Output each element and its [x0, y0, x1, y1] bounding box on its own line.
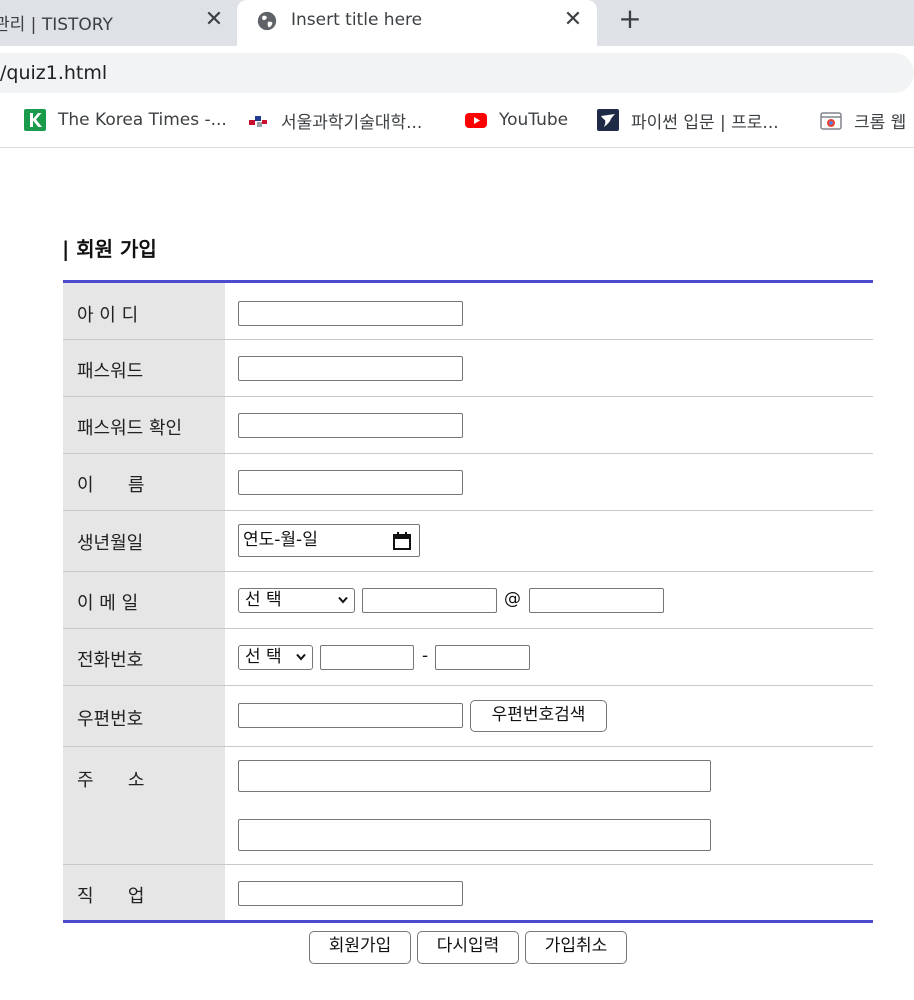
python-course-icon [597, 109, 619, 131]
row-address: 주 소 [63, 747, 873, 865]
email-domain-select-value: 선 택 [245, 590, 282, 610]
bookmark-seoultech[interactable]: 서울과학기술대학... [246, 108, 423, 133]
tab-title: 관리 | TISTORY [0, 15, 113, 35]
row-password: 패스워드 [63, 340, 873, 397]
email-domain-select[interactable]: 선 택 [238, 588, 355, 613]
label-job: 직 업 [63, 865, 225, 920]
id-input[interactable] [238, 301, 463, 326]
label-address: 주 소 [63, 747, 225, 864]
tab-title: Insert title here [291, 10, 423, 30]
bookmark-label: 서울과학기술대학... [281, 112, 423, 133]
korea-times-icon [24, 109, 46, 131]
field-cell: 연도-월-일 [225, 511, 873, 571]
label-password: 패스워드 [63, 340, 225, 396]
phone-middle-input[interactable] [320, 645, 414, 670]
field-cell [225, 397, 873, 453]
field-cell [225, 747, 873, 864]
password-confirm-input[interactable] [238, 413, 463, 438]
label-phone: 전화번호 [63, 629, 225, 685]
email-at-sign: @ [504, 589, 521, 609]
calendar-icon[interactable] [392, 531, 412, 551]
close-icon[interactable]: ✕ [203, 9, 225, 31]
row-name: 이 름 [63, 454, 873, 511]
row-phone: 전화번호 선 택 - [63, 629, 873, 686]
signup-form: 아 이 디 패스워드 패스워드 확인 이 름 생년월일 연도-월-일 이 메 일… [63, 280, 873, 923]
bookmarks-bar: The Korea Times -... 서울과학기술대학... YouTube… [0, 96, 914, 148]
chevron-down-icon [338, 596, 348, 604]
field-cell: 선 택 - [225, 629, 873, 685]
bookmark-korea-times[interactable]: The Korea Times -... [23, 108, 227, 132]
zipcode-search-button[interactable]: 우편번호검색 [470, 700, 607, 732]
label-name: 이 름 [63, 454, 225, 510]
new-tab-button[interactable]: + [617, 5, 643, 33]
tab-strip: 관리 | TISTORY ✕ Insert title here ✕ + [0, 0, 914, 46]
bookmark-label: The Korea Times -... [58, 110, 227, 130]
field-cell [225, 283, 873, 339]
bookmark-label: 크롬 웹 [854, 112, 907, 133]
birthdate-input[interactable]: 연도-월-일 [238, 524, 420, 557]
zipcode-input[interactable] [238, 703, 463, 728]
bookmark-label: 파이썬 입문 | 프로... [631, 112, 779, 133]
row-job: 직 업 [63, 865, 873, 920]
address-line2-input[interactable] [238, 819, 711, 851]
row-id: 아 이 디 [63, 283, 873, 340]
tab-tistory[interactable]: 관리 | TISTORY ✕ [0, 0, 236, 46]
email-domain-input[interactable] [529, 588, 664, 613]
password-input[interactable] [238, 356, 463, 381]
cancel-button[interactable]: 가입취소 [525, 931, 627, 964]
signup-button[interactable]: 회원가입 [309, 931, 411, 964]
address-line1-input[interactable] [238, 760, 711, 792]
job-input[interactable] [238, 881, 463, 906]
reset-button[interactable]: 다시입력 [417, 931, 519, 964]
youtube-icon [465, 113, 487, 128]
page-title: | 회원 가입 [62, 237, 157, 261]
name-input[interactable] [238, 470, 463, 495]
field-cell [225, 340, 873, 396]
address-bar: /quiz1.html [0, 46, 914, 96]
url-field[interactable]: /quiz1.html [0, 53, 914, 93]
bookmark-chrome-webstore[interactable]: 크롬 웹 [819, 108, 907, 133]
seoultech-icon [249, 116, 267, 127]
phone-dash: - [422, 646, 429, 666]
label-email: 이 메 일 [63, 572, 225, 628]
bookmark-youtube[interactable]: YouTube [464, 108, 568, 132]
label-id: 아 이 디 [63, 283, 225, 339]
row-zipcode: 우편번호 우편번호검색 [63, 686, 873, 747]
phone-prefix-select[interactable]: 선 택 [238, 645, 313, 670]
globe-icon [257, 11, 277, 31]
phone-last-input[interactable] [435, 645, 530, 670]
chevron-down-icon [296, 653, 306, 661]
row-email: 이 메 일 선 택 @ [63, 572, 873, 629]
birthdate-placeholder: 연도-월-일 [243, 530, 318, 550]
email-id-input[interactable] [362, 588, 497, 613]
row-password-confirm: 패스워드 확인 [63, 397, 873, 454]
tab-insert-title[interactable]: Insert title here ✕ [237, 0, 597, 46]
label-birthdate: 생년월일 [63, 511, 225, 571]
row-birthdate: 생년월일 연도-월-일 [63, 511, 873, 572]
label-zipcode: 우편번호 [63, 686, 225, 746]
url-text: /quiz1.html [0, 62, 108, 84]
label-password-confirm: 패스워드 확인 [63, 397, 225, 453]
field-cell: 우편번호검색 [225, 686, 873, 746]
phone-prefix-select-value: 선 택 [245, 647, 282, 667]
field-cell: 선 택 @ [225, 572, 873, 628]
chrome-webstore-icon [820, 112, 842, 130]
bookmark-python-course[interactable]: 파이썬 입문 | 프로... [596, 108, 779, 133]
field-cell [225, 454, 873, 510]
close-icon[interactable]: ✕ [562, 9, 584, 31]
field-cell [225, 865, 873, 920]
bookmark-label: YouTube [499, 110, 569, 130]
